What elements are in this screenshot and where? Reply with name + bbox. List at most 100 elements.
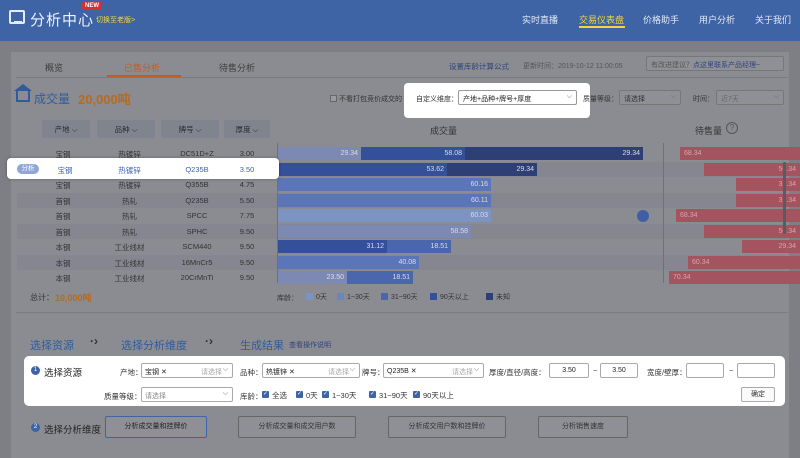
exclude-bundle-checkbox[interactable] [330,95,337,102]
stock-bar[interactable]: 60.34 [688,255,800,269]
age-checkbox[interactable]: ✓ [296,391,303,398]
tab-sold-analysis[interactable]: 已售分析 [124,61,160,74]
table-row[interactable]: 首钢 热轧 Q235B 5.50 60.11 32.34 [17,192,800,208]
monitor-icon [9,10,25,24]
analyze-users-price-button[interactable]: 分析成交用户数和挂牌价 [388,416,506,438]
nav-item-price-helper[interactable]: 价格助手 [643,13,679,26]
step-number-badge: 1 [31,366,40,375]
age-checkbox-label: 90天以上 [423,391,454,400]
stock-bar[interactable]: 68.34 [680,147,800,160]
volume-bar[interactable]: 29.34 58.08 29.34 [277,147,657,160]
thickness-min-input[interactable]: 3.50 [549,363,589,378]
table-row[interactable]: 首钢 热轧 SPCC 7.75 60.03 68.34 [17,208,800,223]
cell-variety: 热镀锌 [118,181,141,190]
panel-quality-placeholder: 请选择 [145,393,166,400]
width-min-input[interactable] [686,363,724,378]
column-header-origin[interactable]: 产地 ⌵ [42,120,90,138]
analyze-sales-speed-button[interactable]: 分析销售速度 [538,416,628,438]
stock-bar[interactable]: 70.34 [669,271,800,284]
cell-variety: 工业线材 [114,274,145,283]
thickness-label: 厚度/直径/高度： [489,368,546,377]
stock-bar[interactable]: 32.34 [736,178,800,191]
age-checkbox[interactable]: ✓ [369,391,376,398]
tab-divider [16,77,788,78]
stock-bar[interactable]: 68.34 [676,209,800,222]
custom-dimension-value: 产地+品种+牌号+厚度 [463,96,532,103]
variety-tag: 热镀锌 [266,369,287,376]
cell-variety: 热轧 [122,196,137,206]
chevron-down-icon: ⌵ [773,93,779,100]
age-checkbox[interactable]: ✓ [262,391,269,398]
table-row[interactable]: 本钢 工业线材 16MnCr5 9.50 40.08 60.34 [17,254,800,270]
origin-select[interactable]: 宝钢 ✕ 请选择 ⌵ [141,363,233,378]
table-row[interactable]: 本钢 工业线材 SCM440 9.50 31.12 18.51 29.34 [17,239,800,254]
volume-bar[interactable]: 53.62 29.34 [277,162,657,176]
column-header-variety[interactable]: 品种 ⌵ [97,120,155,138]
thickness-max-input[interactable]: 3.50 [600,363,638,378]
age-legend-label: 库龄： [277,295,298,302]
grade-select[interactable]: Q235B ✕ 请选择 ⌵ [383,363,484,378]
selected-row-grade: Q235B [185,165,209,174]
table-scrollbar[interactable] [783,162,786,234]
legend-swatch [486,293,493,300]
quality-select-value: 请选择 [624,96,645,103]
grade-label: 牌号： [362,368,385,377]
nav-item-dashboard[interactable]: 交易仪表盘 [579,13,624,26]
chevron-down-icon: ⌵ [473,366,479,373]
analyze-volume-price-button[interactable]: 分析成交量和挂牌价 [105,416,207,438]
volume-bar-segment: 23.50 [277,271,347,284]
tab-pending-analysis[interactable]: 待售分析 [219,61,255,74]
legend-swatch [337,293,344,300]
volume-bar[interactable]: 23.50 18.51 [277,271,657,284]
nav-item-user-analysis[interactable]: 用户分析 [699,13,735,26]
column-header-grade[interactable]: 牌号 ⌵ [161,120,219,138]
help-icon[interactable]: ? [726,122,738,134]
volume-bar[interactable]: 60.16 [277,178,657,191]
contact-pm-link[interactable]: 点这里联系产品经理~ [693,62,760,69]
step-select-resource: 选择资源 [30,340,74,352]
legend-label: 1~30天 [347,294,370,301]
panel-quality-select[interactable]: 请选择 ⌵ [141,387,233,402]
app-root: 分析中心 NEW 切换至老版> 实时直播 交易仪表盘 价格助手 用户分析 关于我… [0,0,800,458]
volume-bar[interactable]: 60.03 [277,209,657,222]
volume-bar[interactable]: 60.11 [277,193,657,207]
operation-guide-link[interactable]: 查看操作说明 [289,340,331,350]
variety-select[interactable]: 热镀锌 ✕ 请选择 ⌵ [262,363,360,378]
age-checkbox[interactable]: ✓ [413,391,420,398]
variety-placeholder: 请选择 [328,369,349,376]
step-arrow-icon: ·› [205,334,213,348]
section-divider [16,312,788,313]
volume-bar[interactable]: 58.58 [277,224,657,238]
close-icon[interactable]: ✕ [289,369,295,376]
nav-item-live[interactable]: 实时直播 [522,13,558,26]
close-icon[interactable]: ✕ [161,369,167,376]
switch-old-version-link[interactable]: 切换至老版> [96,15,135,25]
table-row[interactable]: 本钢 工业线材 20CrMnTi 9.50 23.50 18.51 70.34 [17,270,800,285]
close-icon[interactable]: ✕ [411,368,417,375]
age-checkbox[interactable]: ✓ [322,391,329,398]
custom-dimension-select[interactable]: 产地+品种+牌号+厚度 ⌵ [458,90,577,105]
time-select[interactable]: 近7天 ⌵ [716,90,784,105]
age-checkbox-label: 1~30天 [332,391,357,400]
volume-bar[interactable]: 40.08 [277,255,657,269]
time-select-value: 近7天 [721,96,739,103]
contact-pm-box[interactable]: 有改进建议？点这里联系产品经理~ [646,56,784,71]
table-row[interactable]: 首钢 热轧 SPHC 9.50 58.58 50.34 [17,223,800,239]
row-marker-dot[interactable] [637,210,649,222]
volume-bar[interactable]: 31.12 18.51 [277,240,657,253]
nav-item-about[interactable]: 关于我们 [755,13,791,26]
width-max-input[interactable] [737,363,775,378]
analyze-badge[interactable]: 分析 [17,164,39,174]
age-checkbox-label: 0天 [306,391,318,400]
quality-select[interactable]: 请选择 ⌵ [619,90,681,105]
stock-bar[interactable]: 29.34 [742,240,800,253]
table-row[interactable]: 宝钢 热镀锌 Q355B 4.75 60.16 32.34 [17,177,800,192]
total-value: 10,000吨 [55,293,92,303]
confirm-button[interactable]: 确定 [741,387,775,402]
app-title: 分析中心 [30,12,95,29]
stock-bar[interactable]: 32.34 [736,193,800,207]
tab-overview[interactable]: 概览 [45,61,63,74]
formula-settings-link[interactable]: 设置库龄计算公式 [449,61,509,72]
column-header-thickness[interactable]: 厚度 ⌵ [224,120,270,138]
analyze-volume-users-button[interactable]: 分析成交量和成交用户数 [238,416,356,438]
